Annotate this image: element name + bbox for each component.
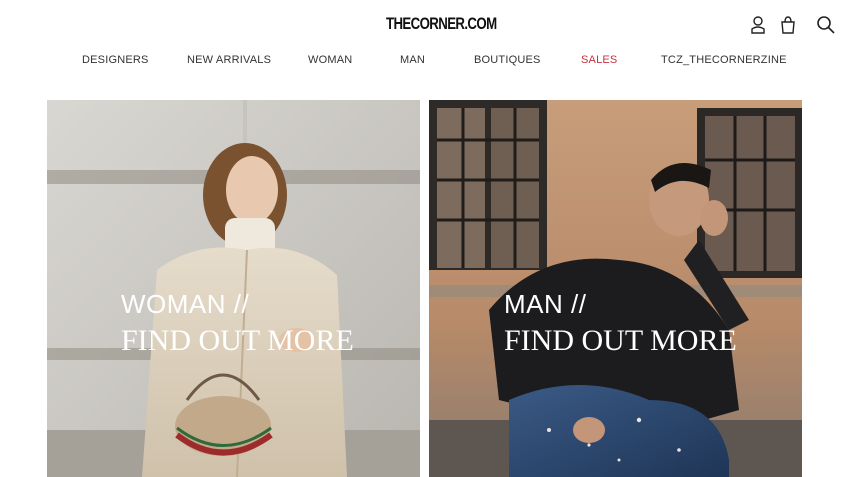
nav-item-boutiques[interactable]: BOUTIQUES xyxy=(474,54,541,66)
account-icon[interactable] xyxy=(747,14,769,36)
nav-item-designers[interactable]: DESIGNERS xyxy=(82,54,149,66)
woman-find-out-more-link[interactable]: FIND OUT MORE xyxy=(121,324,354,358)
woman-category-banner[interactable]: WOMAN // FIND OUT MORE xyxy=(47,100,420,477)
man-category-banner[interactable]: MAN // FIND OUT MORE xyxy=(429,100,802,477)
main-nav: DESIGNERS NEW ARRIVALS WOMAN MAN BOUTIQU… xyxy=(0,54,848,70)
site-logo[interactable]: THECORNER.COM xyxy=(386,14,497,38)
nav-item-man[interactable]: MAN xyxy=(400,54,425,66)
nav-item-new-arrivals[interactable]: NEW ARRIVALS xyxy=(187,54,271,66)
nav-item-woman[interactable]: WOMAN xyxy=(308,54,352,66)
site-header: THECORNER.COM xyxy=(0,0,848,50)
man-banner-title: MAN // xyxy=(504,289,587,319)
man-campaign-image xyxy=(429,100,802,477)
search-icon[interactable] xyxy=(815,14,837,36)
woman-banner-title: WOMAN // xyxy=(121,289,250,319)
nav-item-sales[interactable]: SALES xyxy=(581,54,617,66)
shopping-bag-icon[interactable] xyxy=(777,14,799,36)
man-find-out-more-link[interactable]: FIND OUT MORE xyxy=(504,324,737,358)
nav-item-thecornerzine[interactable]: TCZ_THECORNERZINE xyxy=(661,54,787,66)
